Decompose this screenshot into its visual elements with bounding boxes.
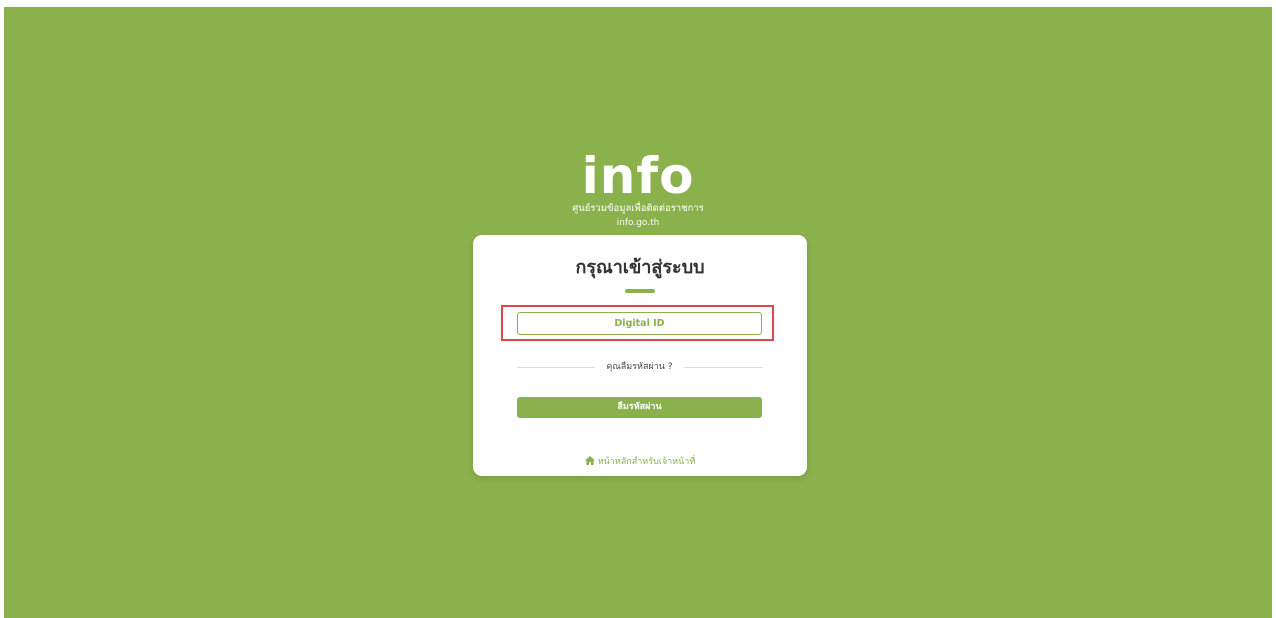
forgot-password-button[interactable]: ลืมรหัสผ่าน: [517, 397, 762, 418]
title-underline: [625, 289, 655, 293]
staff-home-link[interactable]: หน้าหลักสำหรับเจ้าหน้าที่: [473, 455, 807, 470]
brand-tagline: ศูนย์รวมข้อมูลเพื่อติดต่อราชการ: [572, 203, 704, 214]
info-logo: info: [581, 147, 695, 205]
page-background: info ศูนย์รวมข้อมูลเพื่อติดต่อราชการ inf…: [4, 7, 1272, 618]
staff-home-label: หน้าหลักสำหรับเจ้าหน้าที่: [597, 457, 696, 467]
brand-site: info.go.th: [616, 218, 660, 228]
forgot-divider: คุณลืมรหัสผ่าน ?: [517, 360, 762, 374]
login-title: กรุณาเข้าสู่ระบบ: [575, 257, 705, 278]
forgot-prompt: คุณลืมรหัสผ่าน ?: [606, 362, 673, 372]
digital-id-button[interactable]: Digital ID: [517, 312, 762, 335]
login-card: กรุณาเข้าสู่ระบบ Digital ID คุณลืมรหัสผ่…: [473, 235, 807, 476]
home-icon: [584, 456, 595, 470]
